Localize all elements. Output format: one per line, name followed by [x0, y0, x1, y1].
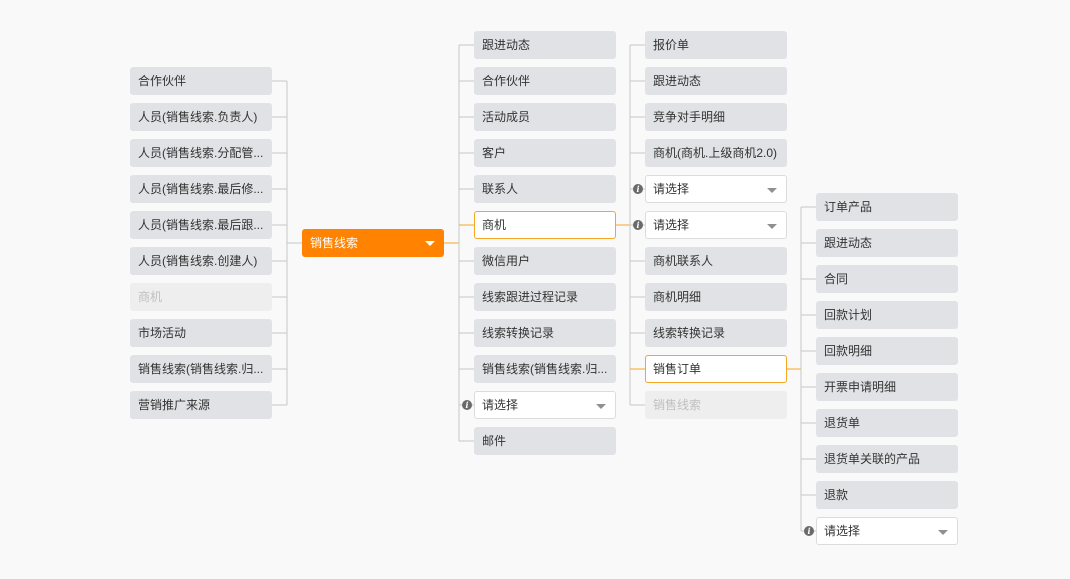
relation-node[interactable]: 商机 — [474, 211, 616, 239]
select-placeholder: 请选择 — [653, 218, 690, 232]
relation-node-label: 订单产品 — [824, 200, 873, 214]
relation-node[interactable]: 活动成员 — [474, 103, 616, 131]
relation-node-label: 跟进动态 — [653, 74, 702, 88]
relation-node-label: 客户 — [482, 146, 507, 160]
relation-node[interactable]: 人员(销售线索.最后跟... — [130, 211, 272, 239]
relation-node-label: 商机明细 — [653, 290, 702, 304]
relation-node-label: 活动成员 — [482, 110, 531, 124]
relation-node[interactable]: 退款 — [816, 481, 958, 509]
relation-node-label: 开票申请明细 — [824, 380, 897, 394]
relation-node-label: 人员(销售线索.分配管... — [138, 146, 264, 160]
relation-node[interactable]: 竞争对手明细 — [645, 103, 787, 131]
relation-node[interactable]: 市场活动 — [130, 319, 272, 347]
relation-node[interactable]: 销售线索(销售线索.归... — [474, 355, 616, 383]
relation-node-label: 邮件 — [482, 434, 507, 448]
chevron-down-icon[interactable] — [596, 404, 606, 409]
relation-node[interactable]: 合同 — [816, 265, 958, 293]
select-placeholder: 请选择 — [653, 182, 690, 196]
relation-node[interactable]: 回款计划 — [816, 301, 958, 329]
relation-node[interactable]: 合作伙伴 — [130, 67, 272, 95]
relation-select-dropdown[interactable]: 请选择 — [645, 175, 787, 203]
relation-node[interactable]: 销售线索(销售线索.归... — [130, 355, 272, 383]
chevron-down-icon[interactable] — [767, 224, 777, 229]
relation-node[interactable]: 销售订单 — [645, 355, 787, 383]
relation-node-label: 商机(商机.上级商机2.0) — [653, 146, 778, 160]
select-placeholder: 请选择 — [482, 398, 519, 412]
relation-node-label: 销售线索 — [653, 398, 702, 412]
relation-node-label: 人员(销售线索.最后跟... — [138, 218, 264, 232]
relation-node[interactable]: 跟进动态 — [474, 31, 616, 59]
relationship-tree-canvas: 销售线索 合作伙伴人员(销售线索.负责人) 人员(销售线索.分配管... 人员(销售… — [0, 0, 1070, 579]
relation-node-label: 人员(销售线索.创建人) — [138, 254, 258, 268]
relation-node[interactable]: 线索转换记录 — [645, 319, 787, 347]
relation-node[interactable]: 人员(销售线索.创建人) — [130, 247, 272, 275]
root-node-sales-lead[interactable]: 销售线索 — [302, 229, 444, 257]
relation-node[interactable]: 报价单 — [645, 31, 787, 59]
relation-node[interactable]: 人员(销售线索.负责人) — [130, 103, 272, 131]
relation-select-dropdown[interactable]: 请选择 — [645, 211, 787, 239]
relation-select-dropdown[interactable]: 请选择 — [816, 517, 958, 545]
relation-node-label: 回款明细 — [824, 344, 873, 358]
relation-node[interactable]: 线索转换记录 — [474, 319, 616, 347]
relation-node-label: 商机 — [138, 290, 163, 304]
info-icon[interactable]: i — [633, 184, 643, 194]
relation-node[interactable]: 邮件 — [474, 427, 616, 455]
relation-node-label: 线索转换记录 — [482, 326, 555, 340]
relation-node-label: 营销推广来源 — [138, 398, 211, 412]
relation-node[interactable]: 人员(销售线索.分配管... — [130, 139, 272, 167]
relation-node-label: 退款 — [824, 488, 849, 502]
relation-node-label: 线索转换记录 — [653, 326, 726, 340]
info-icon[interactable]: i — [804, 526, 814, 536]
chevron-down-icon[interactable] — [938, 530, 948, 535]
relation-node: 销售线索 — [645, 391, 787, 419]
relation-node-label: 销售线索(销售线索.归... — [482, 362, 608, 376]
relation-node-label: 报价单 — [653, 38, 690, 52]
relation-node-label: 人员(销售线索.负责人) — [138, 110, 258, 124]
relation-node-label: 商机 — [482, 218, 507, 232]
relation-node-label: 人员(销售线索.最后修... — [138, 182, 264, 196]
relation-node-label: 线索跟进过程记录 — [482, 290, 579, 304]
info-icon[interactable]: i — [462, 400, 472, 410]
relation-node-label: 联系人 — [482, 182, 519, 196]
relation-node[interactable]: 商机明细 — [645, 283, 787, 311]
relation-node-label: 市场活动 — [138, 326, 187, 340]
relation-node[interactable]: 营销推广来源 — [130, 391, 272, 419]
relation-node-label: 跟进动态 — [482, 38, 531, 52]
chevron-down-icon[interactable] — [425, 241, 435, 246]
relation-select-dropdown[interactable]: 请选择 — [474, 391, 616, 419]
relation-node[interactable]: 联系人 — [474, 175, 616, 203]
relation-node[interactable]: 商机(商机.上级商机2.0) — [645, 139, 787, 167]
select-placeholder: 请选择 — [824, 524, 861, 538]
relation-node-label: 合作伙伴 — [138, 74, 187, 88]
root-node-label: 销售线索 — [310, 236, 359, 250]
relation-node[interactable]: 客户 — [474, 139, 616, 167]
relation-node-label: 微信用户 — [482, 254, 531, 268]
info-icon[interactable]: i — [633, 220, 643, 230]
relation-node[interactable]: 回款明细 — [816, 337, 958, 365]
relation-node-label: 商机联系人 — [653, 254, 714, 268]
relation-node-label: 回款计划 — [824, 308, 873, 322]
relation-node-label: 竞争对手明细 — [653, 110, 726, 124]
relation-node[interactable]: 商机联系人 — [645, 247, 787, 275]
relation-node[interactable]: 线索跟进过程记录 — [474, 283, 616, 311]
relation-node-label: 跟进动态 — [824, 236, 873, 250]
relation-node[interactable]: 跟进动态 — [645, 67, 787, 95]
relation-node-label: 合同 — [824, 272, 849, 286]
relation-node[interactable]: 人员(销售线索.最后修... — [130, 175, 272, 203]
chevron-down-icon[interactable] — [767, 188, 777, 193]
relation-node-label: 退货单 — [824, 416, 861, 430]
relation-node[interactable]: 跟进动态 — [816, 229, 958, 257]
relation-node[interactable]: 退货单 — [816, 409, 958, 437]
relation-node-label: 合作伙伴 — [482, 74, 531, 88]
relation-node[interactable]: 开票申请明细 — [816, 373, 958, 401]
relation-node-label: 退货单关联的产品 — [824, 452, 921, 466]
relation-node[interactable]: 合作伙伴 — [474, 67, 616, 95]
relation-node-label: 销售线索(销售线索.归... — [138, 362, 264, 376]
relation-node[interactable]: 退货单关联的产品 — [816, 445, 958, 473]
relation-node[interactable]: 微信用户 — [474, 247, 616, 275]
relation-node[interactable]: 订单产品 — [816, 193, 958, 221]
relation-node-label: 销售订单 — [653, 362, 702, 376]
relation-node: 商机 — [130, 283, 272, 311]
